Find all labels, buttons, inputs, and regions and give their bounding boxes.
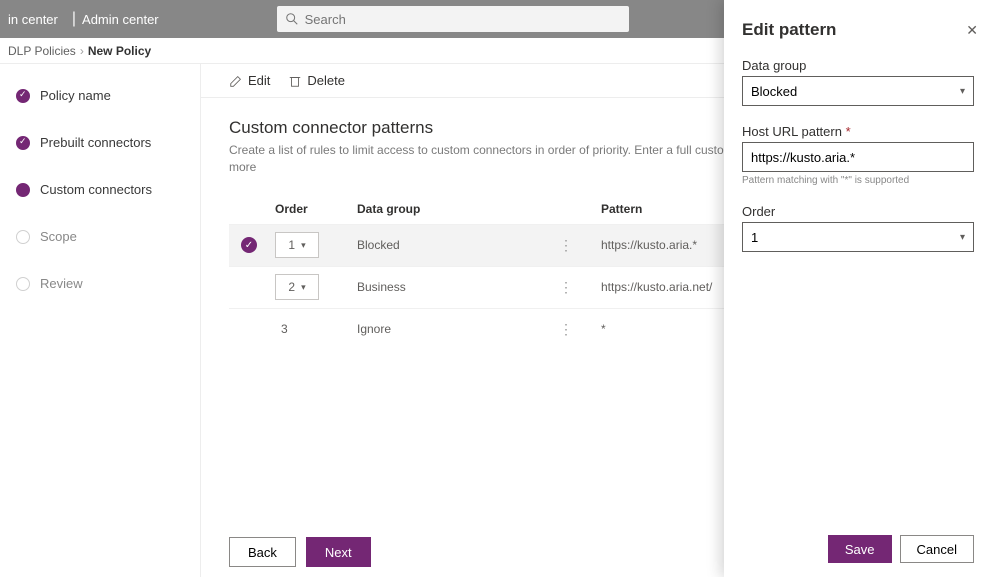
check-icon <box>16 89 30 103</box>
step-prebuilt-connectors[interactable]: Prebuilt connectors <box>16 135 200 150</box>
chevron-down-icon: ▾ <box>301 282 306 293</box>
wizard-footer: Back Next <box>229 537 371 567</box>
chevron-down-icon: ▾ <box>960 86 965 97</box>
search-box[interactable] <box>277 6 629 32</box>
cancel-button[interactable]: Cancel <box>900 535 974 563</box>
required-icon: * <box>846 124 851 139</box>
delete-label: Delete <box>307 73 345 88</box>
save-button[interactable]: Save <box>828 535 892 563</box>
delete-button[interactable]: Delete <box>288 73 345 88</box>
desc-text: Create a list of rules to limit access t… <box>229 143 802 157</box>
cell-group: Business <box>357 280 559 294</box>
cell-group: Ignore <box>357 322 559 336</box>
step-label: Custom connectors <box>40 182 152 197</box>
search-icon <box>285 12 299 26</box>
data-group-label: Data group <box>742 58 974 73</box>
chevron-right-icon: › <box>80 44 84 58</box>
edit-button[interactable]: Edit <box>229 73 270 88</box>
host-url-label: Host URL pattern * <box>742 124 974 139</box>
close-icon[interactable]: ✕ <box>966 22 978 39</box>
select-value: 1 <box>751 230 758 245</box>
check-icon <box>16 136 30 150</box>
host-url-input[interactable] <box>742 142 974 172</box>
edit-pattern-panel: Edit pattern ✕ Data group Blocked ▾ Host… <box>724 0 992 577</box>
col-order[interactable]: Order <box>275 202 357 216</box>
order-value: 2 <box>288 280 295 294</box>
order-value: 3 <box>275 322 357 336</box>
back-button[interactable]: Back <box>229 537 296 567</box>
edit-label: Edit <box>248 73 270 88</box>
select-value: Blocked <box>751 84 797 99</box>
chevron-down-icon: ▾ <box>960 232 965 243</box>
order-select[interactable]: 1▾ <box>275 232 319 258</box>
learn-more-link[interactable]: more <box>229 160 256 174</box>
search-input[interactable] <box>305 12 621 27</box>
divider: | <box>72 10 76 28</box>
edit-icon <box>229 74 243 88</box>
panel-title: Edit pattern <box>742 20 974 40</box>
step-policy-name[interactable]: Policy name <box>16 88 200 103</box>
step-label: Policy name <box>40 88 111 103</box>
app-name-left: in center <box>8 12 58 27</box>
dot-icon <box>16 277 30 291</box>
check-icon[interactable] <box>241 237 257 253</box>
dot-icon <box>16 230 30 244</box>
panel-footer: Save Cancel <box>828 535 974 563</box>
cell-group: Blocked <box>357 238 559 252</box>
more-icon[interactable]: ⋮ <box>559 321 573 337</box>
more-icon[interactable]: ⋮ <box>559 279 573 295</box>
step-review[interactable]: Review <box>16 276 200 291</box>
order-label: Order <box>742 204 974 219</box>
order-select[interactable]: 2▾ <box>275 274 319 300</box>
order-value: 1 <box>288 238 295 252</box>
step-label: Scope <box>40 229 77 244</box>
chevron-down-icon: ▾ <box>301 240 306 251</box>
step-custom-connectors[interactable]: Custom connectors <box>16 182 200 197</box>
host-url-hint: Pattern matching with "*" is supported <box>742 175 974 186</box>
step-scope[interactable]: Scope <box>16 229 200 244</box>
dot-icon <box>16 183 30 197</box>
more-icon[interactable]: ⋮ <box>559 237 573 253</box>
app-name-right: Admin center <box>82 12 159 27</box>
data-group-select[interactable]: Blocked ▾ <box>742 76 974 106</box>
next-button[interactable]: Next <box>306 537 371 567</box>
delete-icon <box>288 74 302 88</box>
step-label: Prebuilt connectors <box>40 135 151 150</box>
crumb-current: New Policy <box>88 44 151 58</box>
wizard-sidebar: Policy name Prebuilt connectors Custom c… <box>0 64 200 577</box>
order-select[interactable]: 1 ▾ <box>742 222 974 252</box>
step-label: Review <box>40 276 83 291</box>
crumb-parent[interactable]: DLP Policies <box>8 44 76 58</box>
col-group[interactable]: Data group <box>357 202 559 216</box>
